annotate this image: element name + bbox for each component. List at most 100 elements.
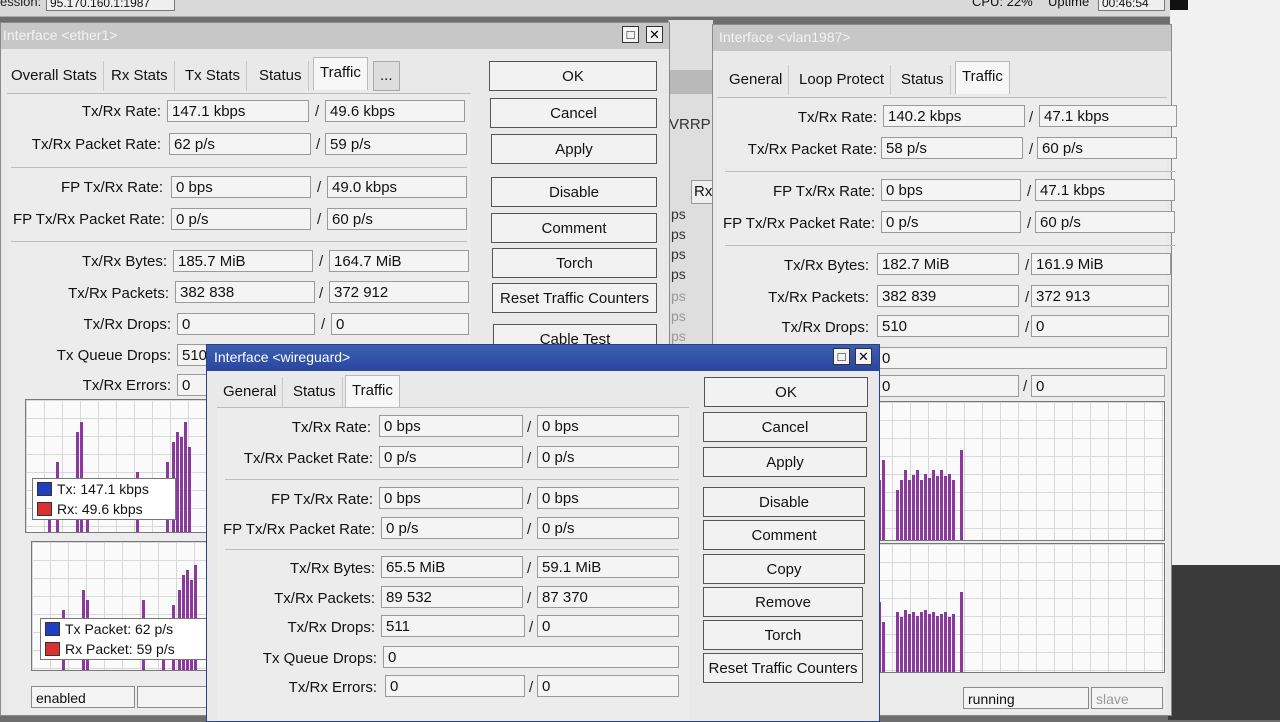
session-label: ession: — [0, 0, 42, 9]
background-ps-text: ps — [671, 266, 686, 282]
tab-rx-stats[interactable]: Rx Stats — [105, 61, 175, 91]
tab-status[interactable]: Status — [895, 65, 951, 95]
apply-button[interactable]: Apply — [491, 134, 657, 164]
legend-tx: Tx: 147.1 kbps — [33, 479, 175, 499]
ok-button[interactable]: OK — [704, 377, 868, 407]
close-icon[interactable]: ✕ — [855, 348, 872, 365]
rx-bytes-field: 161.9 MiB — [1031, 253, 1171, 275]
graph-bar — [940, 614, 943, 672]
legend-tx-text: Tx: 147.1 kbps — [57, 481, 149, 497]
graph-bar — [916, 616, 919, 672]
tab-traffic[interactable]: Traffic — [313, 57, 368, 90]
background-ps-text: ps — [671, 288, 686, 304]
rx-packets-field: 372 912 — [329, 281, 469, 303]
tx-packets-field: 382 838 — [175, 281, 315, 303]
ok-button[interactable]: OK — [489, 61, 657, 91]
tab-general[interactable]: General — [217, 377, 284, 407]
tx-rx-bytes-label: Tx/Rx Bytes: — [81, 253, 167, 270]
uptime-value: 00:46:54 — [1098, 0, 1165, 11]
rx-packets-field: 372 913 — [1031, 285, 1169, 307]
tab-tx-stats[interactable]: Tx Stats — [179, 61, 248, 91]
graph-bar — [882, 622, 885, 672]
fp-tx-rx-rate-label: FP Tx/Rx Rate: — [271, 491, 373, 508]
maximize-icon[interactable]: □ — [622, 26, 639, 43]
copy-button[interactable]: Copy — [703, 554, 865, 584]
torch-button[interactable]: Torch — [703, 620, 863, 650]
comment-button[interactable]: Comment — [703, 520, 865, 550]
tx-rx-bytes-label: Tx/Rx Bytes: — [783, 257, 869, 274]
tab-loop-protect[interactable]: Loop Protect — [793, 65, 892, 95]
reset-traffic-counters-button[interactable]: Reset Traffic Counters — [703, 653, 863, 683]
tx-bytes-field: 182.7 MiB — [877, 253, 1019, 275]
ether1-titlebar[interactable]: Interface <ether1> □ ✕ — [1, 23, 669, 49]
tab-more[interactable]: ... — [373, 61, 400, 91]
graph-bar — [882, 460, 885, 540]
wireguard-title: Interface <wireguard> — [214, 349, 351, 365]
graph-bar — [960, 450, 963, 540]
fp-rx-packet-rate-field: 60 p/s — [1035, 211, 1175, 233]
graph-bar — [920, 612, 923, 672]
legend-rx: Rx: 49.6 kbps — [33, 499, 175, 519]
graph-bar — [904, 470, 907, 540]
graph-bar — [944, 612, 947, 672]
rx-drops-field: 0 — [537, 615, 679, 637]
graph-bar — [936, 476, 939, 540]
fp-tx-packet-rate-field: 0 p/s — [171, 208, 311, 230]
comment-button[interactable]: Comment — [491, 213, 657, 243]
tx-color-swatch — [45, 622, 60, 636]
cancel-button[interactable]: Cancel — [703, 412, 867, 442]
tx-queue-drops-field: 0 — [383, 646, 679, 668]
tx-errors-field: 0 — [877, 375, 1019, 397]
separator — [11, 241, 467, 242]
tx-rate-field: 0 bps — [379, 415, 523, 437]
tx-rx-packets-label: Tx/Rx Packets: — [68, 285, 169, 302]
traffic-graph: Tx: 147.1 kbps Rx: 49.6 kbps — [25, 399, 217, 533]
tab-traffic[interactable]: Traffic — [955, 61, 1010, 94]
background-ps-text: ps — [671, 226, 686, 242]
rx-drops-field: 0 — [331, 313, 469, 335]
fp-tx-rx-rate-label: FP Tx/Rx Rate: — [773, 183, 875, 200]
rx-packet-rate-field: 59 p/s — [325, 133, 467, 155]
legend-rx-packet-text: Rx Packet: 59 p/s — [65, 641, 175, 657]
apply-button[interactable]: Apply — [703, 447, 867, 477]
session-field[interactable]: 95.170.160.1:1987 — [46, 0, 175, 11]
vlan-titlebar[interactable]: Interface <vlan1987> — [713, 25, 1171, 51]
fp-tx-rx-rate-label: FP Tx/Rx Rate: — [61, 179, 163, 196]
tab-overall-stats[interactable]: Overall Stats — [5, 61, 104, 91]
tx-rx-bytes-label: Tx/Rx Bytes: — [289, 560, 375, 577]
rx-packet-rate-field: 60 p/s — [1037, 137, 1177, 159]
rx-rate-field: 49.6 kbps — [325, 100, 465, 122]
fp-tx-rate-field: 0 bps — [171, 176, 311, 198]
rx-bytes-field: 59.1 MiB — [537, 556, 679, 578]
tab-status[interactable]: Status — [253, 61, 309, 91]
reset-traffic-counters-button[interactable]: Reset Traffic Counters — [492, 283, 657, 313]
wireguard-titlebar[interactable]: Interface <wireguard> □ ✕ — [207, 345, 879, 371]
fp-tx-rx-packet-rate-label: FP Tx/Rx Packet Rate: — [723, 215, 875, 232]
graph-bar — [948, 617, 951, 672]
torch-button[interactable]: Torch — [492, 248, 657, 278]
tx-drops-field: 510 — [877, 315, 1019, 337]
fp-tx-rx-packet-rate-label: FP Tx/Rx Packet Rate: — [13, 211, 165, 228]
remove-button[interactable]: Remove — [703, 587, 863, 617]
graph-bar — [936, 616, 939, 672]
rx-packets-field: 87 370 — [537, 586, 679, 608]
tab-traffic[interactable]: Traffic — [345, 375, 400, 408]
maximize-icon[interactable]: □ — [833, 348, 850, 365]
graph-bar — [180, 437, 183, 532]
disable-button[interactable]: Disable — [491, 177, 657, 207]
tab-general[interactable]: General — [723, 65, 790, 95]
background-ps-text: ps — [671, 246, 686, 262]
graph-bar — [944, 476, 947, 540]
tab-status[interactable]: Status — [287, 377, 343, 407]
packet-graph — [873, 543, 1165, 673]
cancel-button[interactable]: Cancel — [490, 98, 657, 128]
disable-button[interactable]: Disable — [703, 487, 865, 517]
rx-drops-field: 0 — [1031, 315, 1169, 337]
legend-rx-packet: Rx Packet: 59 p/s — [41, 639, 213, 659]
background-ps-text: ps — [671, 328, 686, 344]
graph-bar — [940, 470, 943, 540]
traffic-graph — [873, 401, 1165, 541]
graph-bar — [928, 478, 931, 540]
graph-bar — [900, 480, 903, 540]
close-icon[interactable]: ✕ — [646, 26, 663, 43]
